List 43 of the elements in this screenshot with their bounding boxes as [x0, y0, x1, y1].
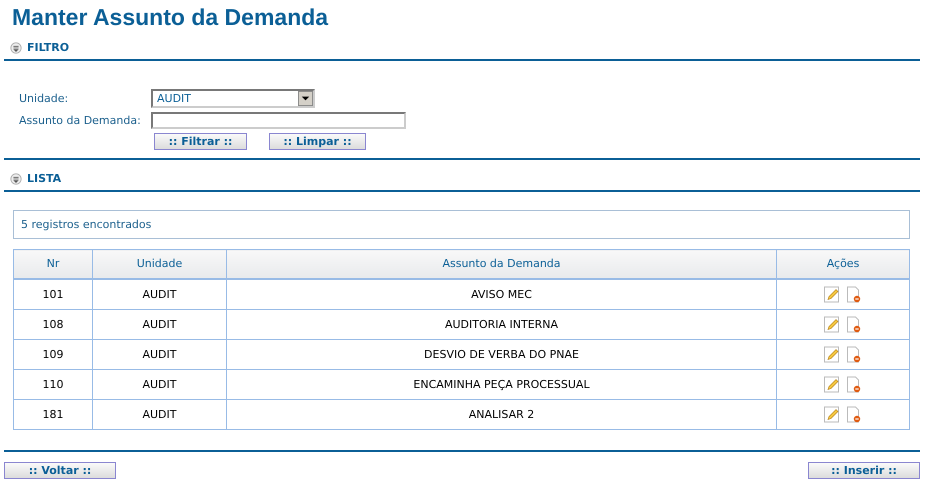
unit-dropdown[interactable]: AUDIT [151, 88, 315, 108]
column-header: Assunto da Demanda [226, 250, 776, 279]
delete-document-icon[interactable] [846, 346, 862, 363]
input-field[interactable] [151, 112, 406, 128]
table-cell: AUDIT [92, 279, 226, 310]
column-header: Unidade [92, 250, 226, 279]
table-cell: 109 [14, 340, 92, 370]
column-header: Nr [14, 250, 92, 279]
table-cell: 110 [14, 370, 92, 400]
table-cell: AUDIT [92, 400, 226, 430]
delete-document-icon[interactable] [846, 286, 862, 303]
collapse-icon[interactable] [10, 172, 22, 184]
record-count: 5 registros encontrados [13, 210, 910, 239]
section-title: FILTRO [27, 41, 70, 54]
table-cell: AUDITORIA INTERNA [226, 310, 776, 340]
table-cell: AUDIT [92, 370, 226, 400]
edit-icon[interactable] [824, 406, 840, 423]
edit-icon[interactable] [824, 286, 840, 303]
table-cell: 108 [14, 310, 92, 340]
delete-document-icon[interactable] [846, 406, 862, 423]
delete-document-icon[interactable] [846, 376, 862, 393]
footer-button[interactable]: :: Voltar :: [4, 462, 116, 479]
section-title: LISTA [27, 172, 62, 185]
edit-icon[interactable] [824, 376, 840, 393]
filter-button[interactable]: :: Limpar :: [269, 133, 366, 150]
table-cell: AUDIT [92, 340, 226, 370]
filter-button[interactable]: :: Filtrar :: [154, 133, 247, 150]
table-cell: AUDIT [92, 310, 226, 340]
field-label: Unidade: [19, 92, 70, 104]
table-cell: AVISO MEC [226, 279, 776, 310]
delete-document-icon[interactable] [846, 316, 862, 333]
table-cell: ANALISAR 2 [226, 400, 776, 430]
table-cell: 101 [14, 279, 92, 310]
table-cell: ENCAMINHA PEÇA PROCESSUAL [226, 370, 776, 400]
edit-icon[interactable] [824, 316, 840, 333]
edit-icon[interactable] [824, 346, 840, 363]
collapse-icon[interactable] [10, 42, 22, 54]
column-header: Ações [776, 250, 910, 279]
footer-button[interactable]: :: Inserir :: [808, 462, 920, 479]
table-cell: 181 [14, 400, 92, 430]
table-cell: DESVIO DE VERBA DO PNAE [226, 340, 776, 370]
page-title: Manter Assunto da Demanda [11, 3, 330, 31]
field-label: Assunto da Demanda: [19, 114, 142, 126]
